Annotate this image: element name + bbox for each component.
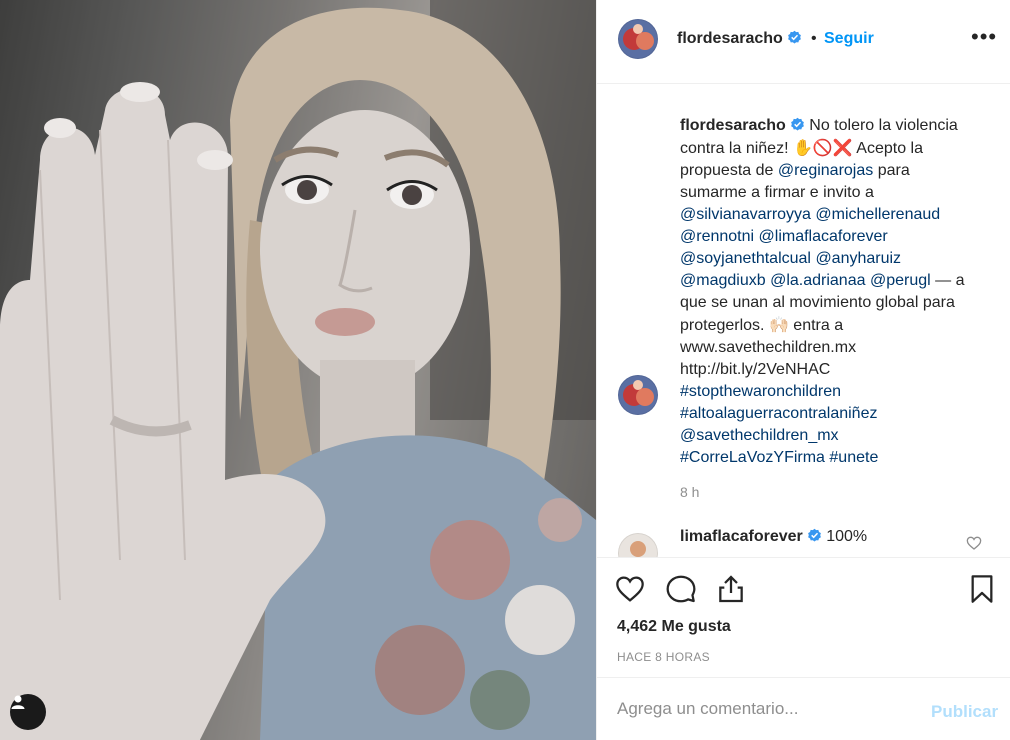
mention-link[interactable]: @rennotni <box>680 228 754 245</box>
caption-author-avatar[interactable] <box>618 375 658 415</box>
post-photo[interactable] <box>0 0 596 740</box>
publish-button[interactable]: Publicar <box>931 702 998 722</box>
verified-badge-icon <box>787 30 801 44</box>
mention-link[interactable]: @limaflacaforever <box>759 228 888 245</box>
commenter-avatar[interactable] <box>618 533 658 557</box>
mention-link[interactable]: @anyharuiz <box>815 250 901 267</box>
share-upload-icon[interactable] <box>715 573 747 605</box>
post-caption: flordesaracho No tolero la violencia con… <box>680 115 980 469</box>
hashtag-link[interactable]: #stopthewaronchildren <box>680 383 841 400</box>
mention-link[interactable]: @la.adrianaa <box>770 272 865 289</box>
mention-link[interactable]: @reginarojas <box>778 162 873 179</box>
commenter-username[interactable]: limaflacaforever <box>680 528 803 545</box>
mention-link[interactable]: @perugl <box>870 272 931 289</box>
more-options-button[interactable]: ••• <box>971 26 997 48</box>
add-comment-bar: Publicar <box>597 677 1010 740</box>
heart-outline-icon[interactable] <box>614 573 646 605</box>
caption-emoji: 🙌🏻 <box>768 315 789 334</box>
like-count[interactable]: 4,462 Me gusta <box>617 618 731 636</box>
hashtag-link[interactable]: #CorreLaVozYFirma <box>680 449 825 466</box>
post-header: flordesaracho • Seguir ••• <box>597 0 1010 84</box>
speech-bubble-icon[interactable] <box>665 573 697 605</box>
small-heart-icon[interactable] <box>966 535 982 551</box>
hashtag-link[interactable]: #altoalaguerracontralaniñez <box>680 405 877 422</box>
mention-link[interactable]: @silvianavarroyya <box>680 206 811 223</box>
caption-username[interactable]: flordesaracho <box>680 117 786 134</box>
user-tags-button[interactable] <box>10 694 46 730</box>
mention-link[interactable]: @soyjanethtalcual <box>680 250 811 267</box>
mention-link[interactable]: @savethechildren_mx <box>680 427 839 444</box>
comment-item: limaflacaforever 100% <box>680 528 867 546</box>
comments-list[interactable]: flordesaracho No tolero la violencia con… <box>597 85 1010 557</box>
comment-text: 100% <box>826 528 868 545</box>
mention-link[interactable]: @michellerenaud <box>815 206 940 223</box>
author-username-text[interactable]: flordesaracho <box>677 30 783 47</box>
photo-illustration <box>0 0 596 740</box>
caption-emoji: ✋🚫❌ <box>792 138 853 157</box>
caption-timestamp[interactable]: 8 h <box>680 484 699 500</box>
post-side-panel: flordesaracho • Seguir ••• flordesaracho… <box>596 0 1010 740</box>
post-timestamp[interactable]: HACE 8 HORAS <box>617 650 710 664</box>
verified-badge-icon <box>807 528 821 542</box>
verified-badge-icon <box>790 117 804 131</box>
header-separator: • <box>811 30 817 47</box>
hashtag-link[interactable]: #unete <box>829 449 878 466</box>
author-avatar[interactable] <box>618 19 658 59</box>
mention-link[interactable]: @magdiuxb <box>680 272 766 289</box>
post-actions: 4,462 Me gusta HACE 8 HORAS <box>597 557 1010 677</box>
author-username[interactable]: flordesaracho <box>677 30 802 48</box>
bookmark-outline-icon[interactable] <box>966 573 998 605</box>
follow-button[interactable]: Seguir <box>824 30 874 48</box>
comment-input[interactable] <box>617 696 917 722</box>
user-silhouette-icon <box>11 695 25 709</box>
